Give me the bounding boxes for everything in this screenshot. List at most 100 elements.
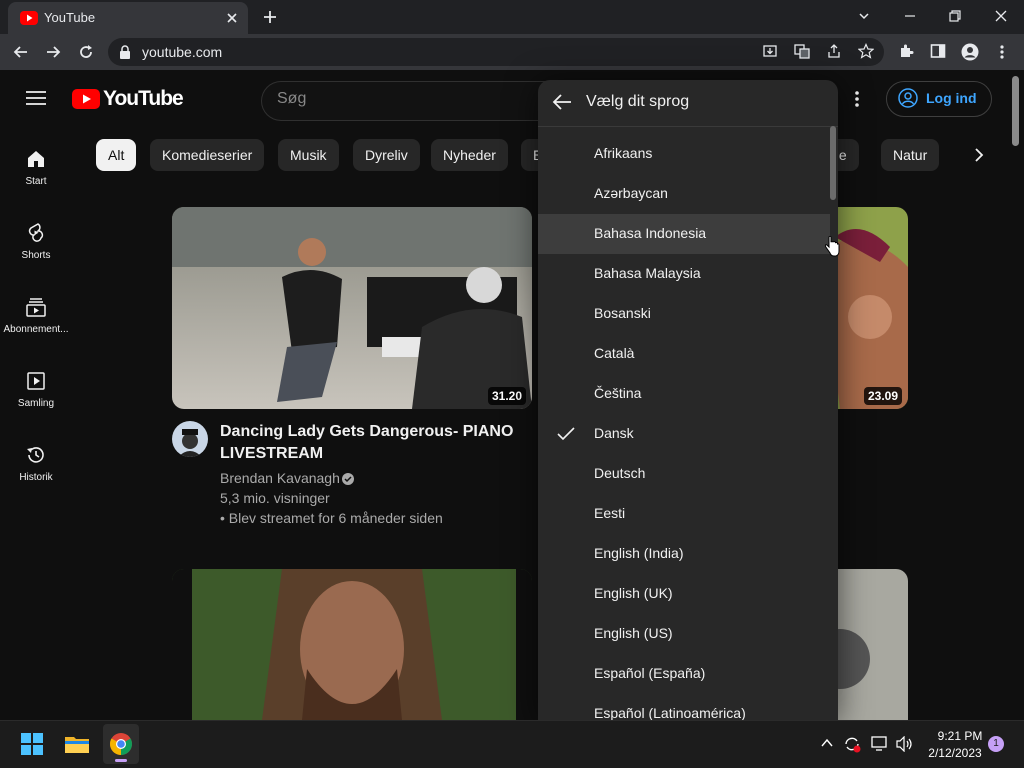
language-label: Čeština	[594, 385, 642, 401]
sidebar-label: Shorts	[21, 250, 51, 261]
sidebar-label: Samling	[17, 398, 55, 409]
install-app-icon[interactable]	[762, 43, 778, 59]
library-icon	[27, 372, 45, 390]
tab-title: YouTube	[44, 10, 96, 25]
new-tab-icon[interactable]	[262, 9, 278, 25]
youtube-favicon-icon	[20, 11, 38, 25]
language-label: English (UK)	[594, 585, 673, 601]
sidebar-item-home[interactable]: Start	[0, 148, 72, 187]
home-icon	[28, 151, 44, 167]
language-label: Eesti	[594, 505, 626, 521]
sidebar-label: Abonnement...	[3, 324, 69, 335]
language-option[interactable]: Español (Latinoamérica)	[538, 694, 830, 720]
chrome-menu-icon[interactable]	[996, 43, 1008, 61]
browser-tab[interactable]: YouTube	[8, 2, 248, 34]
youtube-logo-text: YouTube	[103, 87, 184, 110]
chip-nature[interactable]: Natur	[881, 139, 940, 171]
video-title[interactable]: Dancing Lady Gets Dangerous- PIANO LIVES…	[220, 421, 520, 465]
language-label: Català	[594, 345, 635, 361]
language-option[interactable]: Deutsch	[538, 454, 830, 494]
account-icon	[898, 88, 918, 108]
chips-next-icon[interactable]	[973, 147, 985, 163]
chip-comedy[interactable]: Komedieserier	[150, 139, 265, 171]
restore-icon[interactable]	[947, 8, 963, 24]
language-label: Bahasa Malaysia	[594, 265, 701, 281]
hand-cursor-icon	[824, 236, 840, 258]
view-count: 5,3 mio. visninger	[220, 490, 330, 506]
language-label: Español (Latinoamérica)	[594, 705, 746, 720]
bookmark-star-icon[interactable]	[858, 43, 874, 59]
taskbar-clock-time[interactable]: 9:21 PM	[936, 729, 984, 743]
hamburger-menu-icon[interactable]	[26, 90, 46, 106]
minimize-icon[interactable]	[902, 8, 918, 24]
video-duration: 31.20	[487, 387, 526, 405]
settings-more-icon[interactable]	[853, 90, 861, 108]
search-placeholder: Søg	[277, 90, 307, 107]
volume-icon[interactable]	[896, 736, 914, 752]
sidebar-label: Historik	[19, 472, 53, 483]
forward-icon[interactable]	[44, 43, 62, 61]
back-icon[interactable]	[12, 43, 30, 61]
notification-badge[interactable]: 1	[988, 736, 1004, 752]
reload-icon[interactable]	[77, 43, 95, 61]
language-option-selected[interactable]: Dansk	[538, 414, 830, 454]
channel-name[interactable]: Brendan Kavanagh	[220, 470, 340, 486]
language-option[interactable]: Bosanski	[538, 294, 830, 334]
taskbar-clock-date[interactable]: 2/12/2023	[922, 746, 988, 760]
sync-status-icon[interactable]	[843, 735, 861, 753]
back-arrow-icon[interactable]	[552, 93, 572, 111]
network-icon[interactable]	[871, 736, 889, 752]
chrome-taskbar-button[interactable]	[103, 724, 139, 764]
sidebar-label: Start	[25, 176, 47, 187]
language-option[interactable]: Español (España)	[538, 654, 830, 694]
channel-avatar[interactable]	[172, 421, 208, 457]
lock-icon[interactable]	[119, 45, 131, 59]
language-option[interactable]: English (India)	[538, 534, 830, 574]
file-explorer-icon[interactable]	[65, 733, 89, 755]
sidebar-item-subscriptions[interactable]: Abonnement...	[0, 296, 72, 335]
close-window-icon[interactable]	[993, 8, 1009, 24]
side-panel-icon[interactable]	[930, 43, 946, 59]
sidebar-item-history[interactable]: Historik	[0, 444, 72, 483]
video-thumbnail[interactable]: 31.20	[172, 207, 532, 409]
page-scrollbar[interactable]	[1012, 76, 1019, 146]
video-duration: 23.09	[863, 387, 902, 405]
extensions-icon[interactable]	[898, 43, 914, 59]
language-option[interactable]: Bahasa Malaysia	[538, 254, 830, 294]
show-hidden-icons-icon[interactable]	[821, 738, 833, 748]
language-menu-title: Vælg dit sprog	[586, 93, 690, 110]
language-option[interactable]: English (UK)	[538, 574, 830, 614]
chip-wildlife[interactable]: Dyreliv	[353, 139, 420, 171]
language-label: Dansk	[594, 425, 634, 441]
tab-search-icon[interactable]	[856, 8, 872, 24]
menu-scrollbar[interactable]	[830, 126, 836, 200]
chip-music[interactable]: Musik	[278, 139, 339, 171]
language-option[interactable]: English (US)	[538, 614, 830, 654]
language-label: Bahasa Indonesia	[594, 225, 707, 241]
url-text[interactable]: youtube.com	[142, 44, 222, 60]
sidebar-item-library[interactable]: Samling	[0, 370, 72, 409]
windows-start-icon[interactable]	[21, 733, 43, 755]
close-tab-icon[interactable]	[224, 10, 240, 26]
language-option[interactable]: Azərbaycan	[538, 174, 830, 214]
sidebar-item-shorts[interactable]: Shorts	[0, 222, 72, 261]
subscriptions-icon	[26, 298, 46, 317]
chip-all[interactable]: Alt	[96, 139, 137, 171]
chip-news[interactable]: Nyheder	[431, 139, 508, 171]
language-label: English (India)	[594, 545, 684, 561]
language-option[interactable]: Eesti	[538, 494, 830, 534]
language-option[interactable]: Čeština	[538, 374, 830, 414]
video-thumbnail-3[interactable]	[172, 569, 532, 720]
language-option-hovered[interactable]: Bahasa Indonesia	[538, 214, 830, 254]
language-label: Afrikaans	[594, 145, 653, 161]
stream-age: • Blev streamet for 6 måneder siden	[220, 510, 443, 526]
share-icon[interactable]	[826, 43, 842, 59]
language-option[interactable]: Català	[538, 334, 830, 374]
language-option[interactable]: Afrikaans	[538, 134, 830, 174]
login-label: Log ind	[926, 90, 977, 106]
language-menu: Vælg dit sprog Afrikaans Azərbaycan Baha…	[538, 80, 838, 720]
language-label: English (US)	[594, 625, 673, 641]
profile-icon[interactable]	[961, 43, 979, 61]
translate-icon[interactable]	[794, 43, 810, 59]
chrome-icon	[110, 733, 132, 755]
